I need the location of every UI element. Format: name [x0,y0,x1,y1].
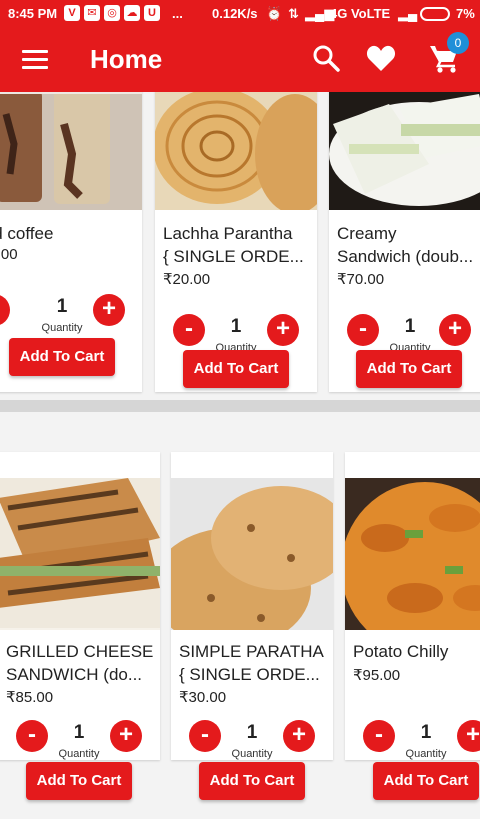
quantity-value: 1 [56,296,68,317]
network-speed: 0.12K/s [212,6,258,21]
product-price: ₹85.00 [6,689,54,706]
battery-icon [420,7,450,21]
product-image-potato-chilly [345,478,480,630]
decrease-quantity-button[interactable]: - [0,294,10,326]
product-card[interactable]: old coffee 60.00 - 1 Quantity + Add To C… [0,92,142,392]
product-image-lachha-parantha [155,92,317,210]
product-image-creamy-sandwich [329,92,480,210]
more-notifications: ... [172,6,183,21]
quantity-label: Quantity [405,748,447,760]
product-card[interactable]: Lachha Parantha { SINGLE ORDE... ₹20.00 … [155,92,317,392]
search-icon[interactable] [312,44,340,72]
product-card[interactable]: GRILLED CHEESE SANDWICH (do... ₹85.00 - … [0,452,160,760]
product-image-cold-coffee [0,92,142,210]
add-to-cart-button[interactable]: Add To Cart [26,762,132,800]
increase-quantity-button[interactable]: + [283,720,315,752]
app-bar: Home 0 [0,28,480,92]
notification-icon: U [144,5,160,21]
increase-quantity-button[interactable]: + [439,314,471,346]
product-name: Lachha Parantha { SINGLE ORDE... [163,224,304,266]
data-transfer-icon: ⇅ [288,6,299,21]
add-to-cart-button[interactable]: Add To Cart [356,350,462,388]
add-to-cart-button[interactable]: Add To Cart [199,762,305,800]
product-price: ₹30.00 [179,689,227,706]
cart-count-badge: 0 [447,32,469,54]
quantity-label: Quantity [231,748,273,760]
increase-quantity-button[interactable]: + [267,314,299,346]
battery-percent: 7% [456,6,475,21]
product-price: ₹20.00 [163,271,211,288]
product-name: Potato Chilly [353,642,449,661]
signal-icon: ▂▄ [398,6,418,21]
product-name: SIMPLE PARATHA { SINGLE ORDE... [179,642,324,684]
status-time: 8:45 PM [8,6,58,21]
row-divider [0,400,480,412]
notification-icon: ✉ [84,5,100,21]
product-card[interactable]: SIMPLE PARATHA { SINGLE ORDE... ₹30.00 -… [171,452,333,760]
quantity-label: Quantity [58,748,100,760]
product-image-grilled-cheese-sandwich [0,478,160,630]
notification-icon: V [64,5,80,21]
quantity-value: 1 [420,722,432,743]
product-price: ₹70.00 [337,271,385,288]
product-name: GRILLED CHEESE SANDWICH (do... [6,642,154,684]
quantity-value: 1 [246,722,258,743]
notification-icon: ☁ [124,5,140,21]
product-card[interactable]: Potato Chilly ₹95.00 - 1 Quantity + [345,452,480,760]
product-grid[interactable]: old coffee 60.00 - 1 Quantity + Add To C… [0,92,480,819]
product-price: 60.00 [0,246,18,263]
add-to-cart-button[interactable]: Add To Cart [9,338,115,376]
quantity-value: 1 [73,722,85,743]
increase-quantity-button[interactable]: + [110,720,142,752]
product-image-simple-paratha [171,478,333,630]
product-card[interactable]: Creamy Sandwich (doub... ₹70.00 - 1 Quan… [329,92,480,392]
product-name: Creamy Sandwich (doub... [337,224,474,266]
increase-quantity-button[interactable]: + [93,294,125,326]
page-title: Home [90,44,163,74]
favorites-heart-icon[interactable] [366,44,396,72]
product-name: old coffee [0,224,54,243]
network-type: 4G VoLTE [330,6,391,21]
quantity-label: Quantity [41,322,83,334]
status-bar: 8:45 PM V ✉ ◎ ☁ U ... 0.12K/s ⏰ ⇅ ▂▄▆ 4G… [0,0,480,28]
notification-icons: V ✉ ◎ ☁ U [64,5,160,21]
quantity-value: 1 [230,316,242,337]
add-to-cart-button[interactable]: Add To Cart [373,762,479,800]
add-to-cart-button[interactable]: Add To Cart [183,350,289,388]
alarm-icon: ⏰ [266,6,283,21]
quantity-value: 1 [404,316,416,337]
app-header: 8:45 PM V ✉ ◎ ☁ U ... 0.12K/s ⏰ ⇅ ▂▄▆ 4G… [0,0,480,92]
product-price: ₹95.00 [353,667,401,684]
menu-icon[interactable] [22,50,48,70]
notification-icon: ◎ [104,5,120,21]
